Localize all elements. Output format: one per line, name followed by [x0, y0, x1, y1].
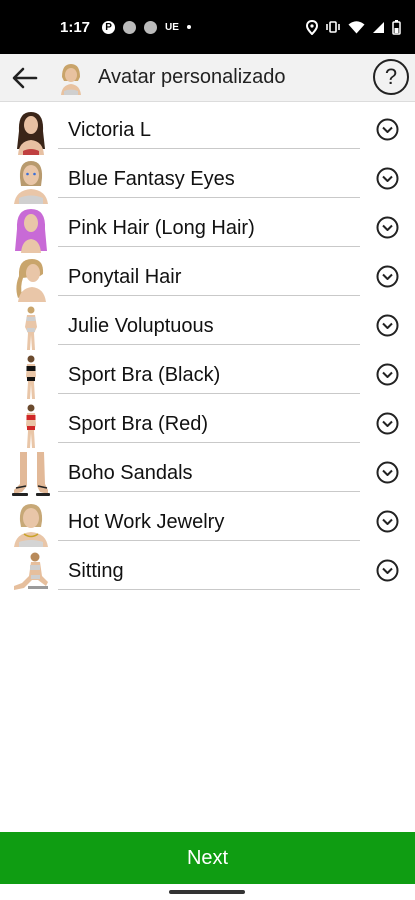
- chevron-down-circle-icon: [376, 412, 399, 435]
- chevron-down-circle-icon: [376, 118, 399, 141]
- chevron-down-circle-icon: [376, 510, 399, 533]
- battery-icon: [392, 19, 401, 35]
- blue-fantasy-eyes-thumb: [10, 158, 52, 204]
- item-label: Hot Work Jewelry: [58, 499, 360, 541]
- list-item[interactable]: Blue Fantasy Eyes: [0, 156, 415, 205]
- expand-button[interactable]: [376, 265, 399, 288]
- expand-button[interactable]: [376, 314, 399, 337]
- moon-icon: [144, 20, 158, 34]
- item-label: Julie Voluptuous: [58, 303, 360, 345]
- sitting-thumb: [10, 550, 52, 596]
- moon-icon: [123, 20, 137, 34]
- help-button[interactable]: ?: [373, 59, 409, 95]
- list-item[interactable]: Sitting: [0, 548, 415, 597]
- help-icon: ?: [384, 64, 398, 89]
- dot-icon: [186, 25, 191, 29]
- list-item[interactable]: Ponytail Hair: [0, 254, 415, 303]
- list-item[interactable]: Boho Sandals: [0, 450, 415, 499]
- boho-sandals-thumb: [10, 452, 52, 498]
- status-right-icons: [306, 19, 401, 35]
- item-label: Pink Hair (Long Hair): [58, 205, 360, 247]
- signal-icon: [373, 21, 384, 33]
- carrier-text: UE: [165, 21, 179, 33]
- item-label: Blue Fantasy Eyes: [58, 156, 360, 198]
- chevron-down-circle-icon: [376, 167, 399, 190]
- hot-work-jewelry-thumb: [10, 501, 52, 547]
- expand-button[interactable]: [376, 118, 399, 141]
- expand-button[interactable]: [376, 363, 399, 386]
- pink-hair-thumb: [10, 207, 52, 253]
- item-label: Sport Bra (Red): [58, 401, 360, 443]
- list-item[interactable]: Sport Bra (Red): [0, 401, 415, 450]
- expand-button[interactable]: [376, 216, 399, 239]
- expand-button[interactable]: [376, 559, 399, 582]
- list-item[interactable]: Victoria L: [0, 107, 415, 156]
- list-item[interactable]: Hot Work Jewelry: [0, 499, 415, 548]
- p-icon: P: [102, 20, 116, 34]
- expand-button[interactable]: [376, 167, 399, 190]
- chevron-down-circle-icon: [376, 265, 399, 288]
- avatar-icon: [58, 60, 84, 95]
- chevron-down-circle-icon: [376, 363, 399, 386]
- status-time: 1:17: [60, 18, 91, 36]
- chevron-down-circle-icon: [376, 216, 399, 239]
- sport-bra-black-thumb: [10, 354, 52, 400]
- item-label: Sitting: [58, 548, 360, 590]
- status-bar: 1:17 P UE: [0, 0, 415, 54]
- next-button[interactable]: Next: [0, 832, 415, 884]
- list-item[interactable]: Sport Bra (Black): [0, 352, 415, 401]
- item-label: Ponytail Hair: [58, 254, 360, 296]
- status-left-icons: P UE: [102, 20, 191, 34]
- wifi-icon: [348, 21, 365, 34]
- back-button[interactable]: [0, 54, 50, 102]
- chevron-down-circle-icon: [376, 461, 399, 484]
- vibrate-icon: [326, 21, 340, 33]
- item-list: Victoria L Blue Fantasy Eyes Pink Hair (…: [0, 107, 415, 597]
- home-indicator[interactable]: [169, 890, 245, 894]
- page-title: Avatar personalizado: [98, 66, 286, 88]
- victoria-l-thumb: [10, 109, 52, 155]
- expand-button[interactable]: [376, 461, 399, 484]
- sport-bra-red-thumb: [10, 403, 52, 449]
- ponytail-hair-thumb: [10, 256, 52, 302]
- julie-voluptuous-thumb: [10, 305, 52, 351]
- item-label: Sport Bra (Black): [58, 352, 360, 394]
- chevron-down-circle-icon: [376, 314, 399, 337]
- expand-button[interactable]: [376, 412, 399, 435]
- item-label: Victoria L: [58, 107, 360, 149]
- list-item[interactable]: Julie Voluptuous: [0, 303, 415, 352]
- expand-button[interactable]: [376, 510, 399, 533]
- system-nav-bar: [0, 884, 415, 900]
- list-item[interactable]: Pink Hair (Long Hair): [0, 205, 415, 254]
- location-icon: [306, 19, 318, 35]
- chevron-down-circle-icon: [376, 559, 399, 582]
- back-arrow-icon: [12, 67, 38, 88]
- item-label: Boho Sandals: [58, 450, 360, 492]
- app-bar: Avatar personalizado ?: [0, 54, 415, 102]
